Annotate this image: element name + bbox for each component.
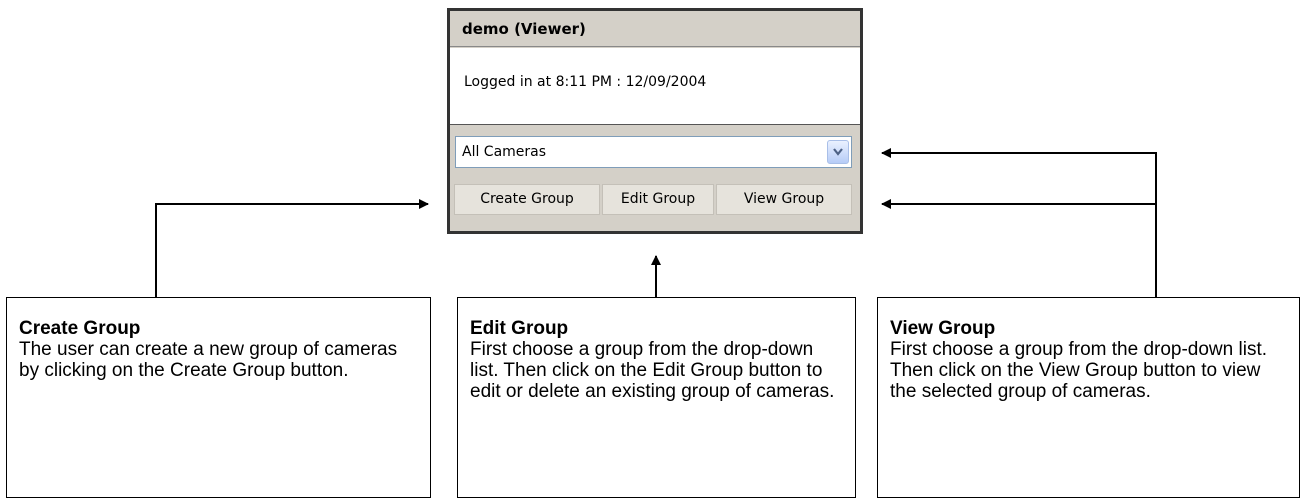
create-group-button[interactable]: Create Group — [454, 184, 600, 215]
edit-group-callout-body: First choose a group from the drop-down … — [470, 339, 835, 402]
create-group-callout-title: Create Group — [19, 318, 141, 339]
view-group-button[interactable]: View Group — [716, 184, 852, 215]
create-group-callout: Create Group The user can create a new g… — [6, 297, 431, 498]
camera-group-panel: demo (Viewer) Logged in at 8:11 PM : 12/… — [447, 8, 863, 234]
login-status: Logged in at 8:11 PM : 12/09/2004 — [450, 48, 860, 125]
view-group-callout-body: First choose a group from the drop-down … — [890, 339, 1268, 402]
camera-group-select-value: All Cameras — [462, 144, 547, 160]
edit-group-button[interactable]: Edit Group — [602, 184, 714, 215]
chevron-down-icon[interactable] — [827, 140, 849, 164]
edit-group-callout: Edit Group First choose a group from the… — [457, 297, 856, 498]
panel-title: demo (Viewer) — [450, 11, 860, 47]
view-group-callout-title: View Group — [890, 318, 996, 339]
group-controls: All Cameras Create Group Edit Group View… — [450, 126, 860, 231]
edit-group-callout-title: Edit Group — [470, 318, 569, 339]
create-group-callout-body: The user can create a new group of camer… — [19, 339, 398, 381]
create-group-connector — [155, 199, 429, 297]
view-group-callout: View Group First choose a group from the… — [877, 297, 1300, 498]
camera-group-select[interactable]: All Cameras — [455, 136, 852, 168]
